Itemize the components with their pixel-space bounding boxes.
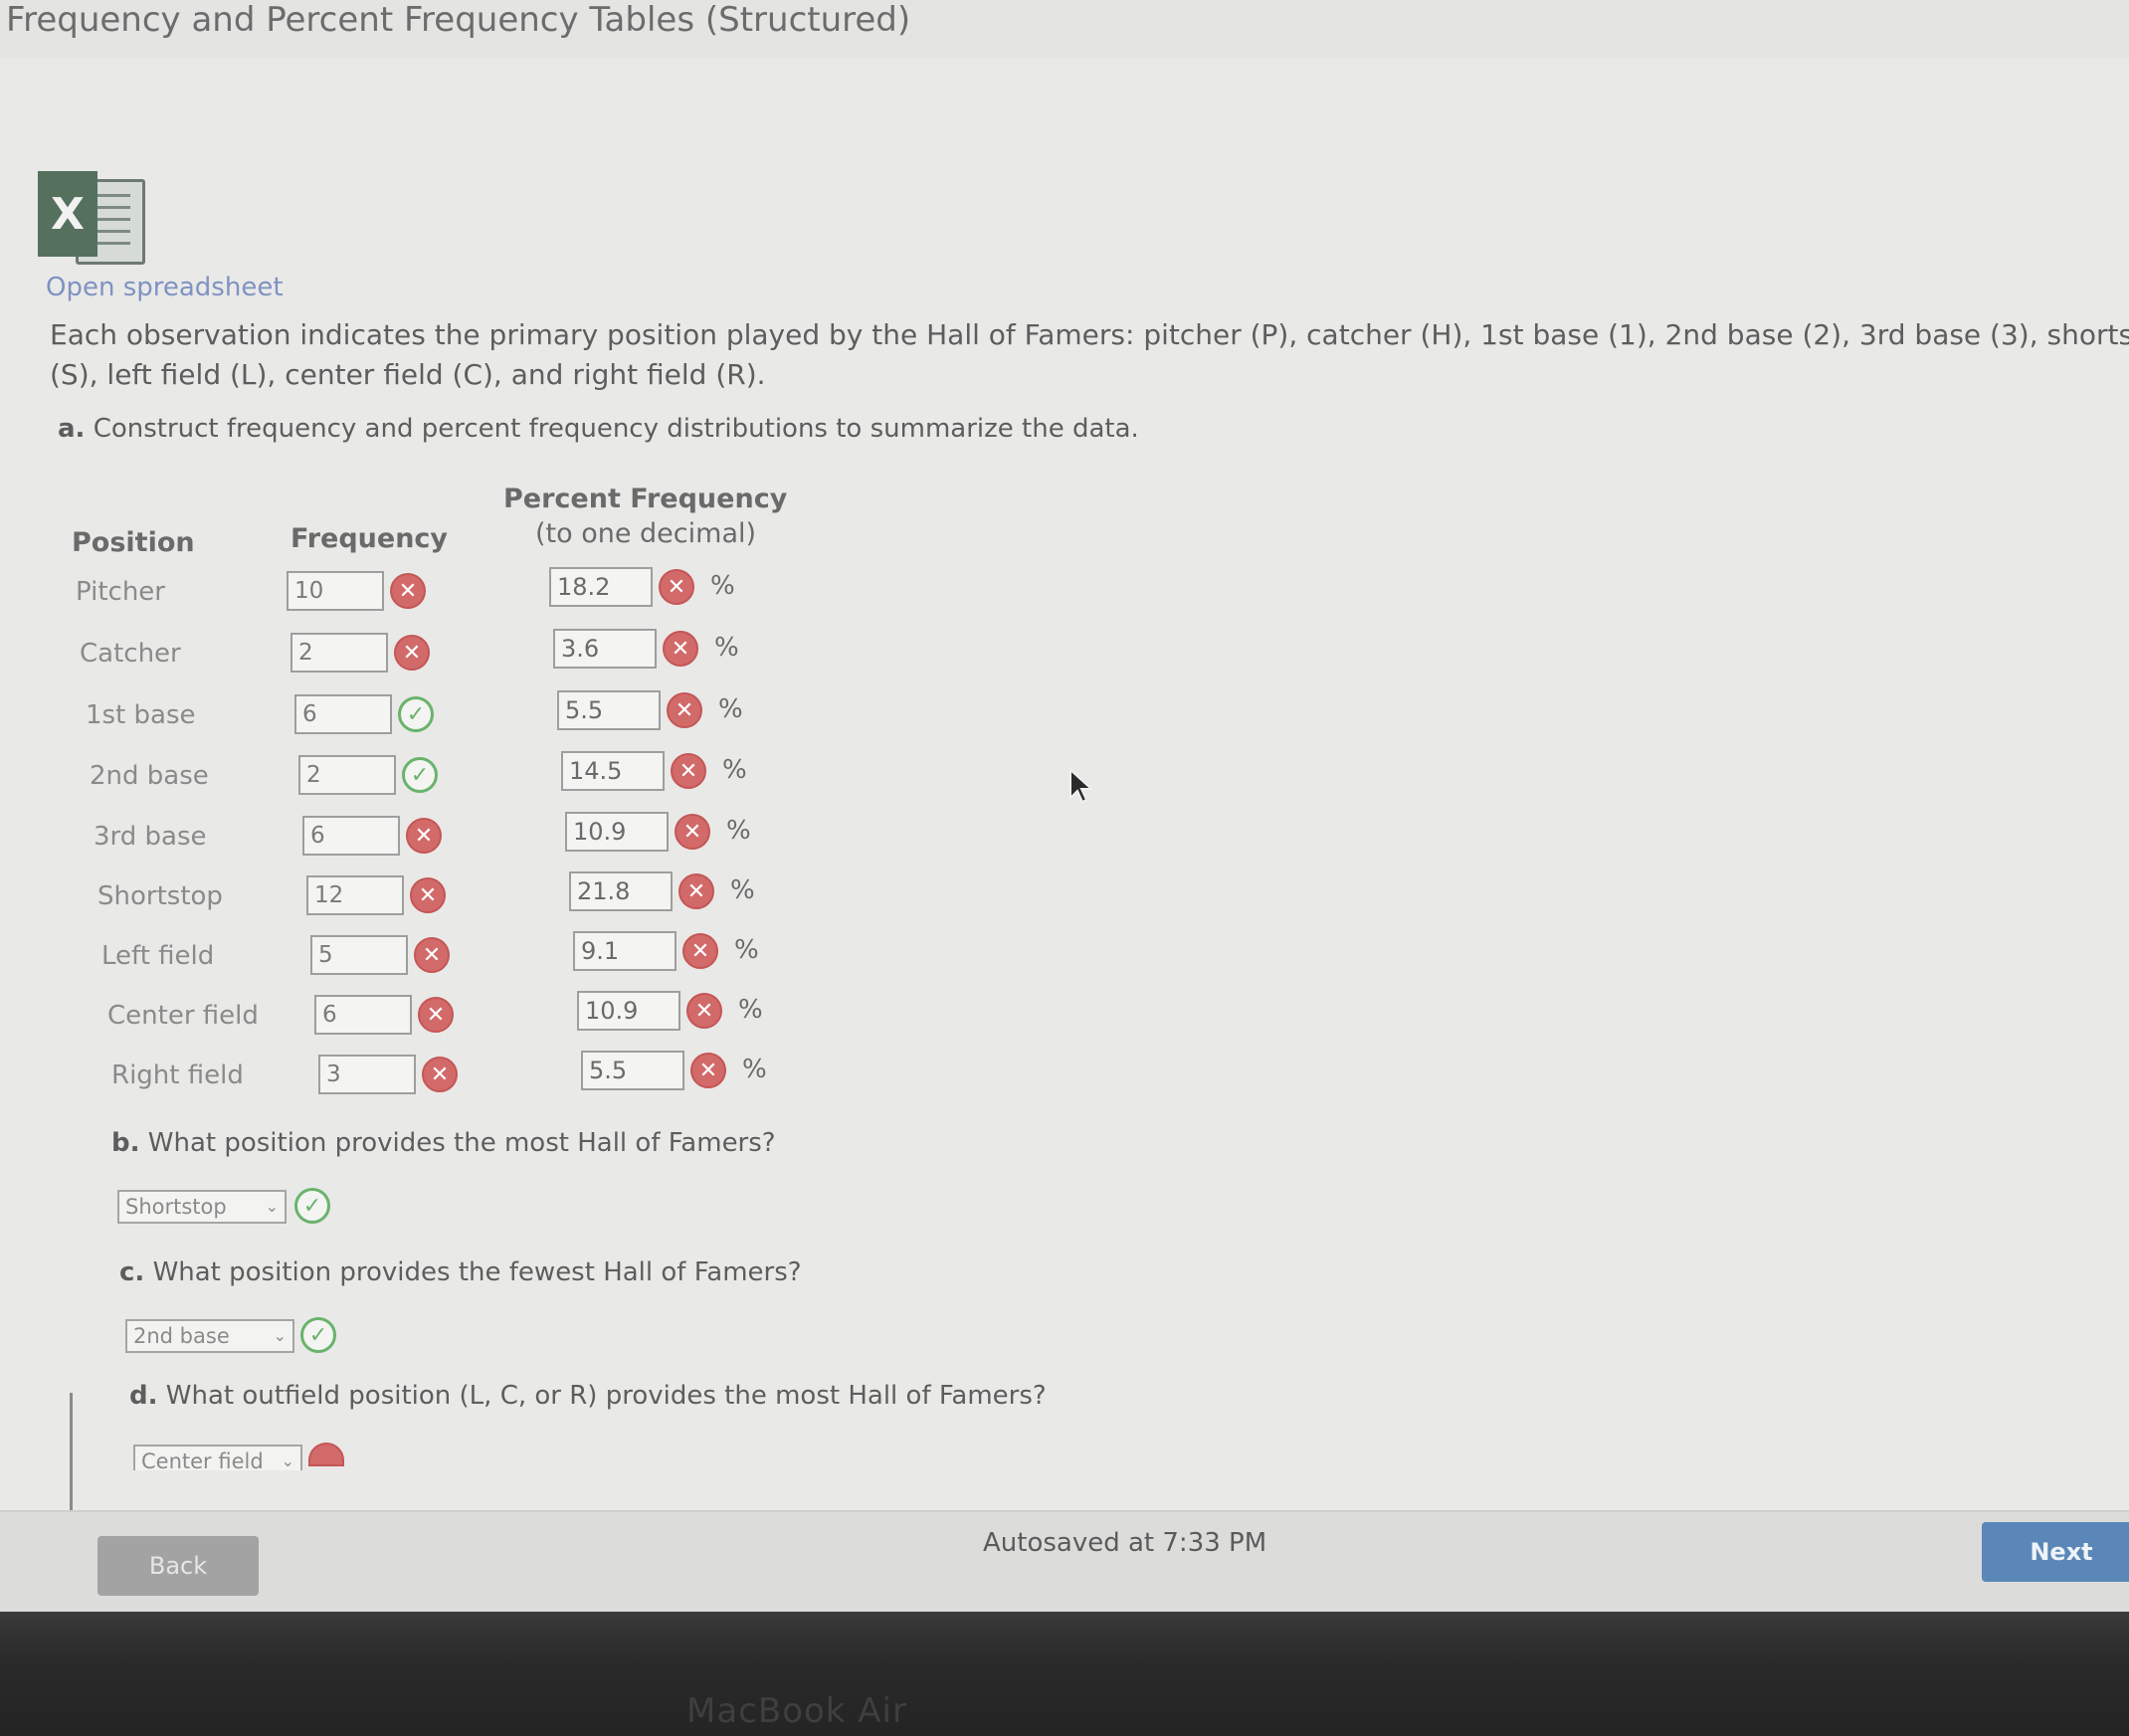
chevron-down-icon: ⌄ <box>281 1451 294 1470</box>
question-c-label: c. <box>119 1257 145 1287</box>
position-label: Center field <box>107 1001 259 1031</box>
open-spreadsheet-link[interactable]: Open spreadsheet <box>46 273 284 302</box>
frequency-input[interactable]: 6 <box>314 995 412 1035</box>
check-circle-icon: ✓ <box>300 1317 336 1353</box>
percent-input[interactable]: 14.5 <box>561 751 665 791</box>
percent-input[interactable]: 9.1 <box>573 931 677 971</box>
check-circle-icon: ✓ <box>398 696 434 732</box>
intro-line-2: (S), left field (L), center field (C), a… <box>50 358 766 391</box>
x-circle-icon: ✕ <box>663 631 698 667</box>
percent-input[interactable]: 10.9 <box>577 991 680 1031</box>
question-b: b. What position provides the most Hall … <box>111 1128 776 1158</box>
bottom-bar <box>0 1510 2129 1614</box>
x-circle-icon: ✕ <box>394 635 430 671</box>
excel-icon[interactable]: X <box>38 171 145 265</box>
header-percent-frequency: Percent Frequency <box>503 483 788 514</box>
excel-letter: X <box>38 171 97 257</box>
question-b-answer: Shortstop <box>125 1195 227 1219</box>
x-circle-icon: ✕ <box>659 569 694 605</box>
x-circle-icon: ✕ <box>422 1057 458 1092</box>
x-circle-icon: ✕ <box>406 818 442 854</box>
page-title: Frequency and Percent Frequency Tables (… <box>6 0 911 40</box>
x-circle-icon: ✕ <box>690 1053 726 1088</box>
panel-divider <box>70 1393 73 1512</box>
percent-sign: % <box>738 995 763 1025</box>
percent-sign: % <box>710 571 735 601</box>
frequency-input[interactable]: 2 <box>290 633 388 673</box>
frequency-input[interactable]: 3 <box>318 1055 416 1094</box>
frequency-input[interactable]: 6 <box>294 694 392 734</box>
x-circle-icon: ✕ <box>686 993 722 1029</box>
percent-input[interactable]: 10.9 <box>565 812 669 852</box>
percent-input[interactable]: 5.5 <box>557 690 661 730</box>
screen: Frequency and Percent Frequency Tables (… <box>0 0 2129 1614</box>
x-circle-icon: ✕ <box>671 753 706 789</box>
position-label: 3rd base <box>94 822 207 852</box>
frequency-input[interactable]: 5 <box>310 935 408 975</box>
intro-line-1: Each observation indicates the primary p… <box>50 318 2129 351</box>
check-circle-icon: ✓ <box>402 757 438 793</box>
percent-input[interactable]: 21.8 <box>569 871 673 911</box>
x-circle-icon: ✕ <box>682 933 718 969</box>
question-d-answer: Center field <box>141 1449 264 1470</box>
question-c-select[interactable]: 2nd base ⌄ <box>125 1319 294 1353</box>
header-frequency: Frequency <box>290 523 449 554</box>
question-a: a. Construct frequency and percent frequ… <box>58 414 1139 444</box>
chevron-down-icon: ⌄ <box>273 1326 287 1345</box>
x-circle-icon: ✕ <box>414 937 450 973</box>
position-label: Pitcher <box>76 577 165 607</box>
autosave-status: Autosaved at 7:33 PM <box>983 1528 1267 1558</box>
frequency-input[interactable]: 10 <box>287 571 384 611</box>
percent-input[interactable]: 3.6 <box>553 629 657 669</box>
header-percent-sub: (to one decimal) <box>535 518 757 549</box>
next-button[interactable]: Next <box>1982 1522 2129 1582</box>
x-circle-icon: ✕ <box>667 692 702 728</box>
question-c-answer: 2nd base <box>133 1324 230 1348</box>
x-circle-icon: ✕ <box>675 814 710 850</box>
percent-sign: % <box>722 755 747 785</box>
frequency-input[interactable]: 6 <box>302 816 400 856</box>
question-b-label: b. <box>111 1128 140 1158</box>
title-bar: Frequency and Percent Frequency Tables (… <box>0 0 2129 59</box>
question-d-text: What outfield position (L, C, or R) prov… <box>165 1381 1047 1411</box>
position-label: 1st base <box>86 700 196 730</box>
position-label: Right field <box>111 1061 244 1090</box>
question-d-select[interactable]: Center field ⌄ <box>133 1445 302 1470</box>
x-circle-icon: ✕ <box>418 997 454 1033</box>
frequency-input[interactable]: 12 <box>306 875 404 915</box>
header-position: Position <box>72 527 195 558</box>
question-d-label: d. <box>129 1381 158 1411</box>
x-circle-icon: ✕ <box>678 873 714 909</box>
check-circle-icon: ✓ <box>294 1188 330 1224</box>
percent-sign: % <box>730 875 755 905</box>
chevron-down-icon: ⌄ <box>265 1197 279 1216</box>
position-label: Left field <box>101 941 215 971</box>
question-a-label: a. <box>58 414 86 444</box>
percent-input[interactable]: 5.5 <box>581 1051 684 1090</box>
question-b-select[interactable]: Shortstop ⌄ <box>117 1190 287 1224</box>
position-label: Shortstop <box>97 881 223 911</box>
question-c: c. What position provides the fewest Hal… <box>119 1257 802 1287</box>
percent-sign: % <box>718 694 743 724</box>
position-label: 2nd base <box>90 761 209 791</box>
question-c-text: What position provides the fewest Hall o… <box>152 1257 802 1287</box>
x-circle-icon: ✕ <box>390 573 426 609</box>
back-button[interactable]: Back <box>97 1536 259 1596</box>
percent-sign: % <box>742 1055 767 1084</box>
percent-sign: % <box>726 816 751 846</box>
percent-sign: % <box>734 935 759 965</box>
x-circle-icon: ✕ <box>410 877 446 913</box>
question-b-text: What position provides the most Hall of … <box>147 1128 776 1158</box>
frequency-input[interactable]: 2 <box>298 755 396 795</box>
laptop-bezel <box>0 1612 2129 1736</box>
position-label: Catcher <box>80 639 181 669</box>
bezel-label: MacBook Air <box>686 1691 907 1731</box>
question-d: d. What outfield position (L, C, or R) p… <box>129 1381 1047 1411</box>
mouse-pointer-icon <box>1069 768 1094 804</box>
percent-input[interactable]: 18.2 <box>549 567 653 607</box>
percent-sign: % <box>714 633 739 663</box>
question-a-text: Construct frequency and percent frequenc… <box>93 414 1139 444</box>
